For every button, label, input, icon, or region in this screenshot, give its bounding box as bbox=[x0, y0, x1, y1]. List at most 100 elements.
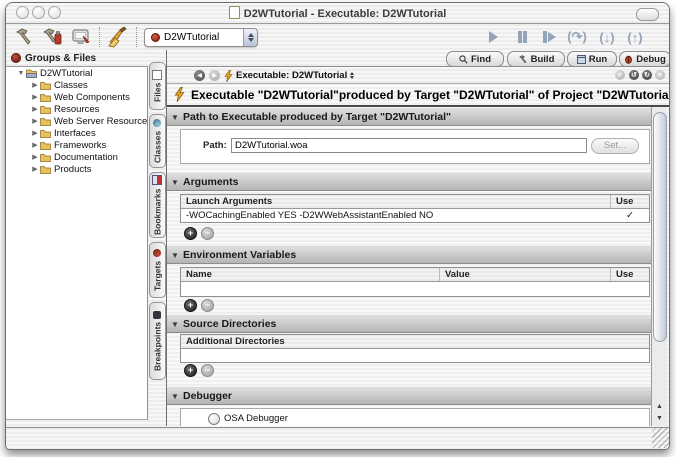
disclosure-closed-icon[interactable]: ▶ bbox=[30, 81, 40, 89]
tab-breakpoints-label: Breakpoints bbox=[153, 322, 163, 371]
toolbar-separator bbox=[99, 27, 101, 47]
tree-root-row[interactable]: ▼ D2WTutorial bbox=[6, 67, 147, 79]
run-window-icon bbox=[577, 55, 586, 64]
scroll-up-button[interactable]: ▲ bbox=[654, 401, 665, 412]
source-section-header[interactable]: ▼ Source Directories bbox=[167, 315, 652, 333]
disclosure-closed-icon[interactable]: ▶ bbox=[30, 141, 40, 149]
tab-build-label: Build bbox=[531, 54, 555, 65]
debugger-section-header[interactable]: ▼ Debugger bbox=[167, 387, 652, 405]
active-target-popup[interactable]: D2WTutorial bbox=[144, 28, 258, 47]
resize-grip[interactable] bbox=[652, 428, 669, 448]
clean-button[interactable] bbox=[106, 26, 130, 48]
tree-item[interactable]: ▶ Classes bbox=[6, 79, 147, 91]
disclosure-closed-icon[interactable]: ▶ bbox=[30, 153, 40, 161]
column-launch-arguments: Launch Arguments bbox=[181, 195, 610, 208]
disclosure-closed-icon[interactable]: ▶ bbox=[30, 105, 40, 113]
disclosure-open-icon[interactable]: ▼ bbox=[167, 251, 183, 260]
remove-variable-button[interactable]: − bbox=[201, 299, 214, 312]
tab-breakpoints[interactable]: Breakpoints bbox=[149, 302, 166, 380]
forward-button[interactable]: ▶ bbox=[209, 70, 220, 81]
environment-section-title: Environment Variables bbox=[183, 249, 296, 261]
launch-argument-row[interactable]: -WOCachingEnabled YES -D2WWebAssistantEn… bbox=[181, 209, 649, 222]
pause-button[interactable] bbox=[509, 27, 535, 47]
osa-debugger-radio[interactable] bbox=[208, 413, 220, 425]
checkmark-circle-button[interactable]: ✓ bbox=[615, 70, 625, 80]
tab-find[interactable]: Find bbox=[446, 51, 504, 67]
main-area: Find Build Run Debug ◀ ▶ Executable: D2W… bbox=[166, 50, 670, 426]
status-bar bbox=[6, 427, 669, 450]
tab-run[interactable]: Run bbox=[567, 51, 617, 67]
disclosure-open-icon[interactable]: ▼ bbox=[167, 392, 183, 401]
close-circle-button[interactable]: × bbox=[655, 70, 665, 80]
tree-item-label: Classes bbox=[54, 80, 88, 91]
disclosure-open-icon[interactable]: ▼ bbox=[16, 70, 26, 77]
tree-item[interactable]: ▶ Frameworks bbox=[6, 139, 147, 151]
use-checkmark[interactable]: ✓ bbox=[611, 209, 649, 222]
tab-bookmarks[interactable]: Bookmarks bbox=[149, 172, 166, 238]
disclosure-open-icon[interactable]: ▼ bbox=[167, 178, 183, 187]
path-input[interactable] bbox=[231, 138, 587, 153]
tab-build[interactable]: Build bbox=[507, 51, 565, 67]
column-use: Use bbox=[610, 195, 649, 208]
folder-icon bbox=[40, 153, 51, 162]
play-icon bbox=[489, 31, 498, 43]
add-argument-button[interactable]: + bbox=[184, 227, 197, 240]
tree-item[interactable]: ▶ Resources bbox=[6, 103, 147, 115]
build-and-run-button[interactable] bbox=[42, 26, 66, 48]
build-button[interactable] bbox=[14, 26, 38, 48]
step-over-button[interactable]: (↷) bbox=[564, 27, 590, 47]
tree-item[interactable]: ▶ Documentation bbox=[6, 151, 147, 163]
toolbar-toggle-button[interactable] bbox=[636, 8, 659, 21]
vertical-scrollbar[interactable]: ▲ ▼ bbox=[651, 107, 667, 426]
debugger-panel: OSA Debugger bbox=[180, 408, 650, 426]
step-into-button[interactable]: (↓) bbox=[594, 27, 620, 47]
environment-empty-row[interactable] bbox=[181, 282, 649, 296]
disclosure-open-icon[interactable]: ▼ bbox=[167, 320, 183, 329]
run-button[interactable] bbox=[480, 27, 506, 47]
history-popup[interactable]: Executable: D2WTutorial bbox=[224, 69, 354, 82]
rotate-left-circle-button[interactable]: ↺ bbox=[629, 70, 639, 80]
launch-argument-value[interactable]: -WOCachingEnabled YES -D2WWebAssistantEn… bbox=[181, 209, 611, 222]
folder-icon bbox=[40, 129, 51, 138]
disclosure-open-icon[interactable]: ▼ bbox=[167, 113, 183, 122]
source-empty-row[interactable] bbox=[181, 349, 649, 362]
rotate-right-circle-button[interactable]: ↻ bbox=[642, 70, 652, 80]
disclosure-closed-icon[interactable]: ▶ bbox=[30, 117, 40, 125]
source-header-row[interactable]: Additional Directories bbox=[181, 335, 649, 349]
hammer-icon bbox=[14, 26, 36, 47]
tab-classes[interactable]: Classes bbox=[149, 114, 166, 168]
disclosure-closed-icon[interactable]: ▶ bbox=[30, 165, 40, 173]
arguments-section-header[interactable]: ▼ Arguments bbox=[167, 173, 652, 191]
environment-header-row[interactable]: Name Value Use bbox=[181, 268, 649, 282]
groups-files-header[interactable]: Groups & Files bbox=[6, 50, 148, 67]
path-label: Path: bbox=[203, 140, 227, 151]
scroll-down-button[interactable]: ▼ bbox=[654, 413, 665, 424]
environment-section-header[interactable]: ▼ Environment Variables bbox=[167, 246, 652, 264]
path-section-title: Path to Executable produced by Target "D… bbox=[183, 111, 451, 123]
path-section-header[interactable]: ▼ Path to Executable produced by Target … bbox=[167, 108, 652, 126]
sidebar: Groups & Files ▼ D2WTutorial ▶ Classes ▶… bbox=[6, 50, 148, 426]
step-button[interactable] bbox=[536, 27, 562, 47]
disclosure-closed-icon[interactable]: ▶ bbox=[30, 93, 40, 101]
tree-item[interactable]: ▶ Interfaces bbox=[6, 127, 147, 139]
launch-arguments-header-row[interactable]: Launch Arguments Use bbox=[181, 195, 649, 209]
tree-item-label: Web Server Resources bbox=[54, 116, 148, 127]
tree-item[interactable]: ▶ Web Server Resources bbox=[6, 115, 147, 127]
set-path-button[interactable]: Set... bbox=[591, 138, 639, 154]
remove-argument-button[interactable]: − bbox=[201, 227, 214, 240]
tree-item[interactable]: ▶ Products bbox=[6, 163, 147, 175]
step-out-button[interactable]: (↑) bbox=[622, 27, 648, 47]
clean-target-button[interactable] bbox=[70, 26, 94, 48]
tree-item[interactable]: ▶ Web Components bbox=[6, 91, 147, 103]
tab-files[interactable]: Files bbox=[149, 62, 166, 110]
disclosure-closed-icon[interactable]: ▶ bbox=[30, 129, 40, 137]
back-button[interactable]: ◀ bbox=[194, 70, 205, 81]
remove-directory-button[interactable]: − bbox=[201, 364, 214, 377]
executable-heading-text: Executable "D2WTutorial"produced by Targ… bbox=[191, 88, 669, 102]
tab-targets[interactable]: Targets bbox=[149, 242, 166, 298]
add-variable-button[interactable]: + bbox=[184, 299, 197, 312]
environment-add-remove: + − bbox=[184, 299, 214, 312]
add-directory-button[interactable]: + bbox=[184, 364, 197, 377]
scrollbar-thumb[interactable] bbox=[653, 112, 667, 342]
tab-debug[interactable]: Debug bbox=[619, 51, 670, 67]
